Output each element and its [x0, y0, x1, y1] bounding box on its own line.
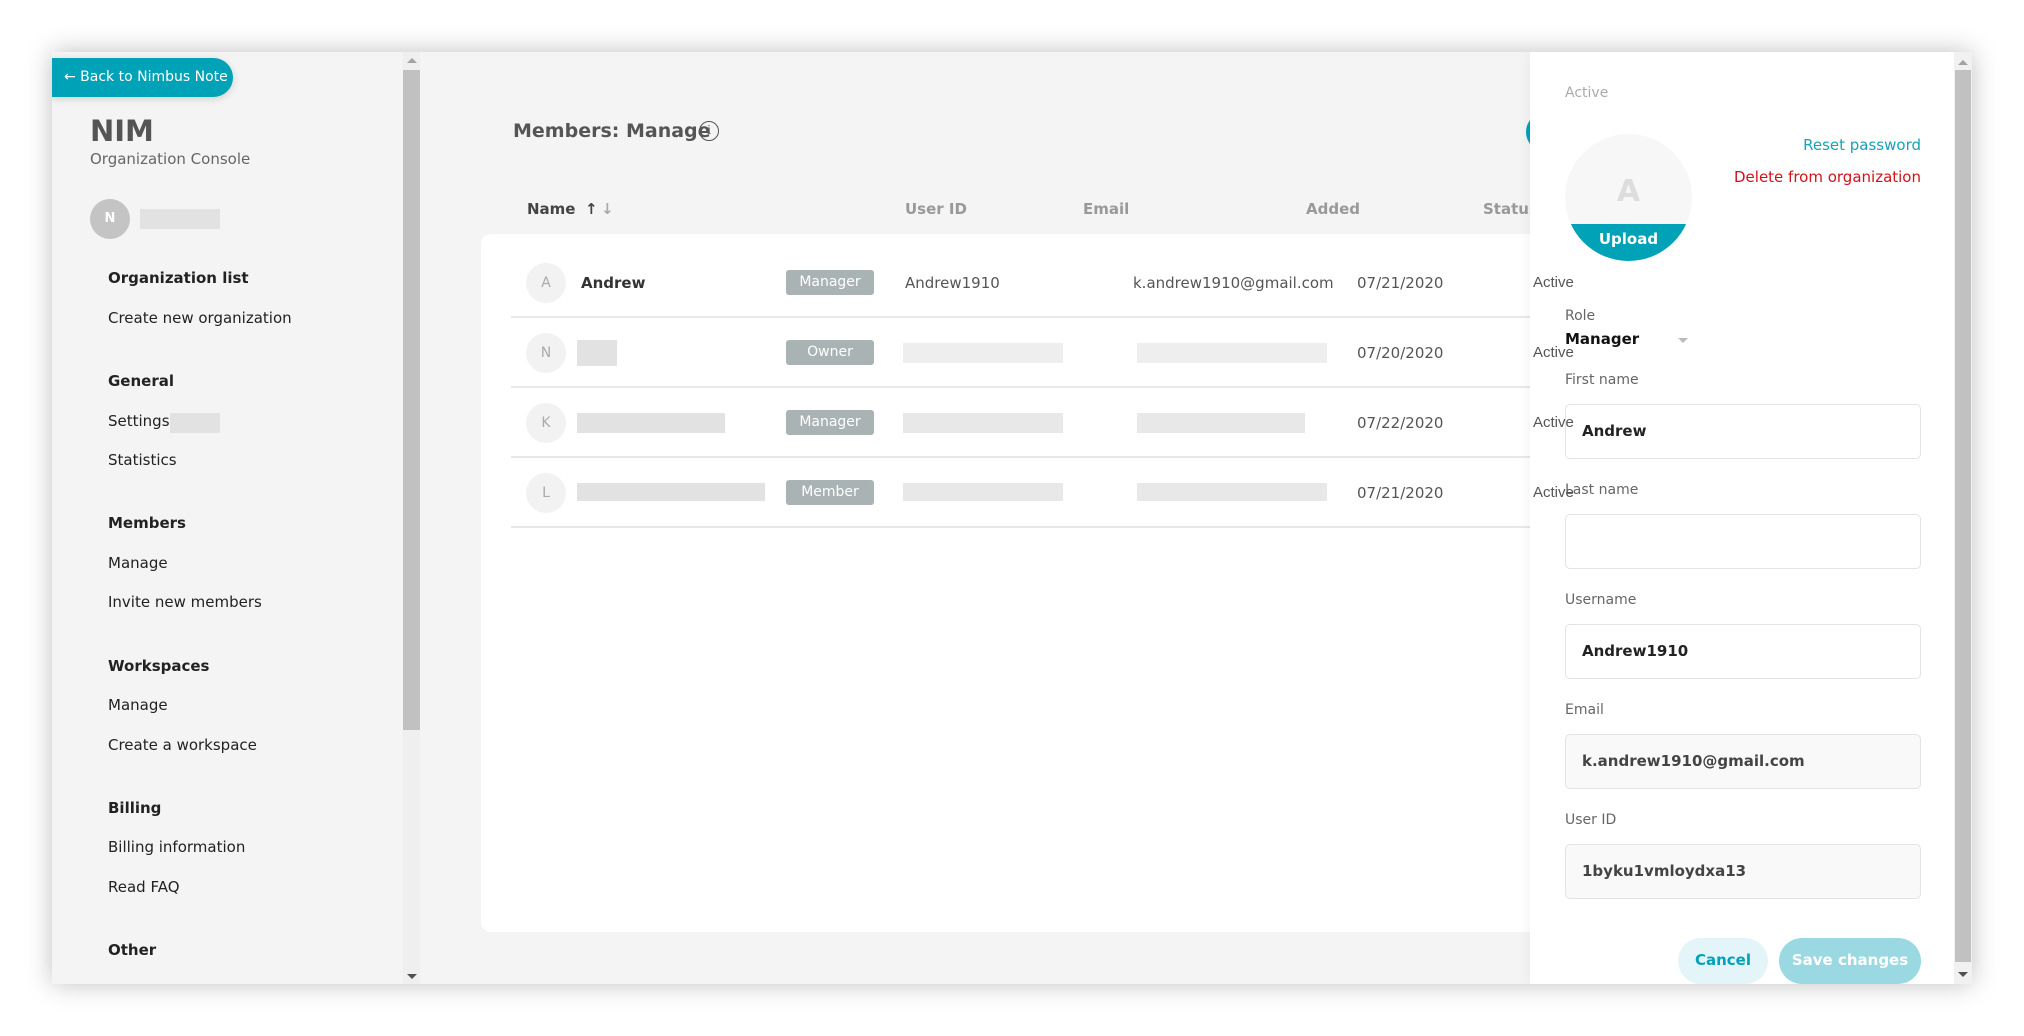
member-status: Active — [1533, 274, 1574, 291]
upload-avatar-button[interactable]: Upload — [1565, 224, 1692, 261]
scroll-down-icon[interactable] — [1958, 972, 1968, 977]
role-select[interactable]: Manager — [1565, 330, 1639, 348]
member-status: Active — [1533, 414, 1574, 431]
member-status-label: Active — [1565, 85, 1609, 101]
panel-scrollbar-thumb[interactable] — [1955, 70, 1971, 962]
last-name-label: Last name — [1565, 482, 1639, 498]
avatar-initial: A — [1616, 174, 1641, 209]
member-edit-panel: Active A Upload Reset password Delete fr… — [1530, 52, 1972, 984]
member-status: Active — [1533, 344, 1574, 361]
delete-from-organization-link[interactable]: Delete from organization — [1734, 168, 1921, 186]
first-name-field[interactable]: Andrew — [1565, 404, 1921, 459]
username-label: Username — [1565, 592, 1637, 608]
last-name-field[interactable] — [1565, 514, 1921, 569]
email-field: k.andrew1910@gmail.com — [1565, 734, 1921, 789]
reset-password-link[interactable]: Reset password — [1803, 136, 1921, 154]
member-avatar-large: A Upload — [1565, 134, 1692, 261]
scroll-up-icon[interactable] — [1958, 60, 1968, 65]
cancel-button[interactable]: Cancel — [1678, 938, 1768, 984]
first-name-label: First name — [1565, 372, 1639, 388]
user-id-label: User ID — [1565, 812, 1617, 828]
username-field[interactable]: Andrew1910 — [1565, 624, 1921, 679]
user-id-field: 1byku1vmloydxa13 — [1565, 844, 1921, 899]
save-changes-button[interactable]: Save changes — [1779, 938, 1921, 984]
chevron-down-icon[interactable] — [1678, 338, 1688, 343]
member-status: Active — [1533, 484, 1574, 501]
email-label: Email — [1565, 702, 1604, 718]
